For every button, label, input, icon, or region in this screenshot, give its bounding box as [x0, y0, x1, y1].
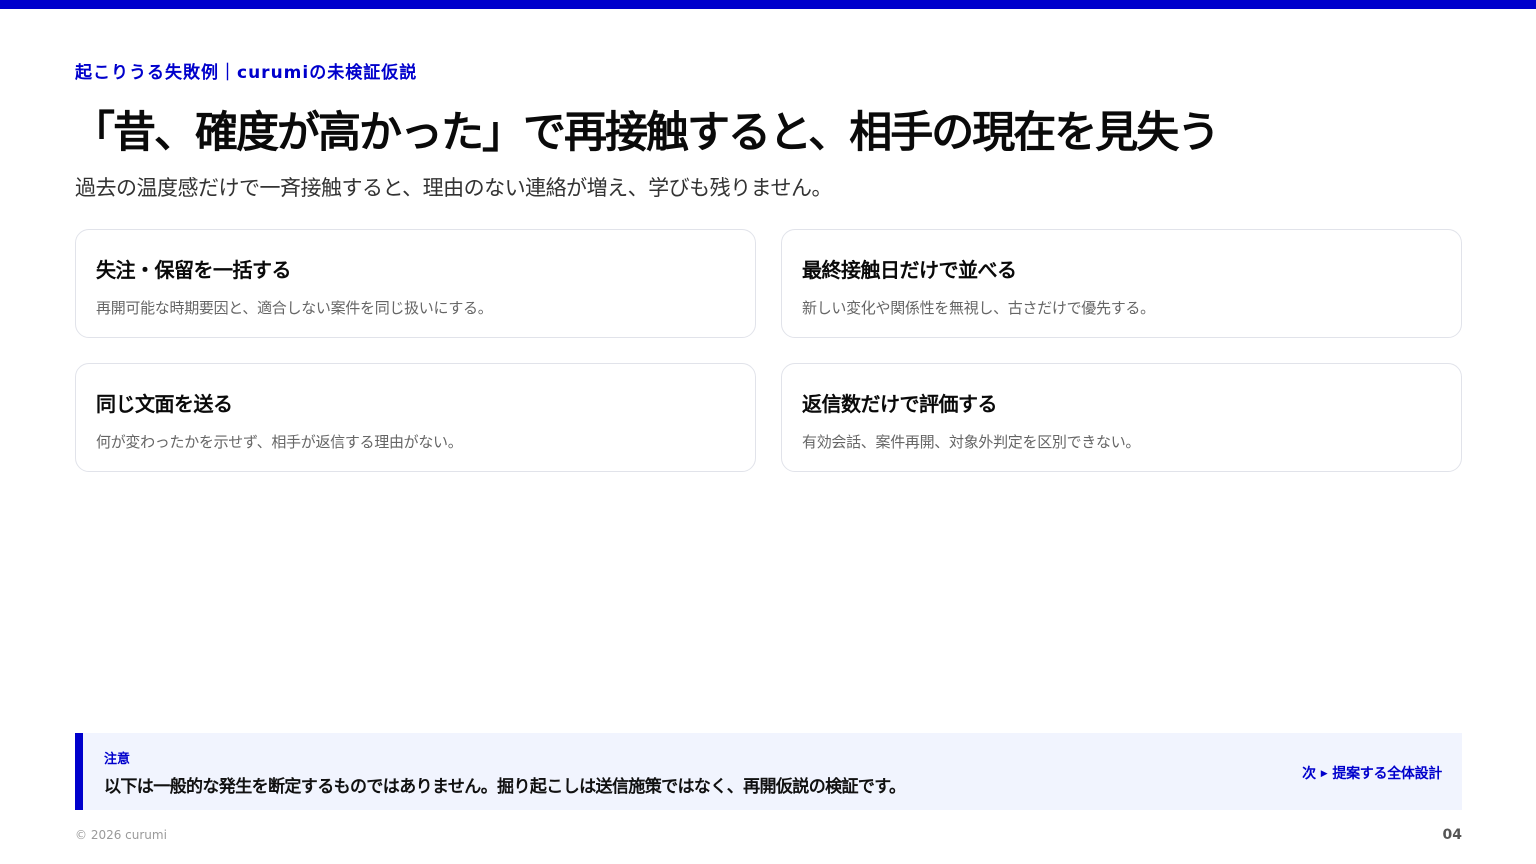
card-description: 有効会話、案件再開、対象外判定を区別できない。 [802, 433, 1141, 451]
failure-card: 失注・保留を一括する 再開可能な時期要因と、適合しない案件を同じ扱いにする。 [75, 229, 756, 338]
note-text: 以下は一般的な発生を断定するものではありません。掘り起こしは送信施策ではなく、再… [104, 777, 906, 797]
card-title: 同じ文面を送る [96, 392, 233, 416]
failure-cards-grid: 失注・保留を一括する 再開可能な時期要因と、適合しない案件を同じ扱いにする。 最… [75, 229, 1462, 472]
card-description: 再開可能な時期要因と、適合しない案件を同じ扱いにする。 [96, 299, 493, 317]
card-title: 最終接触日だけで並べる [802, 258, 1017, 282]
next-slide-link[interactable]: 次 ▶ 提案する全体設計 [1302, 763, 1442, 783]
arrow-right-icon: ▶ [1320, 769, 1328, 779]
card-description: 新しい変化や関係性を無視し、古さだけで優先する。 [802, 299, 1155, 317]
failure-card: 返信数だけで評価する 有効会話、案件再開、対象外判定を区別できない。 [781, 363, 1462, 472]
next-prefix: 次 [1302, 766, 1316, 782]
footer-copyright: © 2026 curumi [75, 828, 167, 842]
failure-card: 同じ文面を送る 何が変わったかを示せず、相手が返信する理由がない。 [75, 363, 756, 472]
page-number: 04 [1442, 827, 1462, 843]
next-label: 提案する全体設計 [1332, 766, 1442, 782]
caution-note: 注意 以下は一般的な発生を断定するものではありません。掘り起こしは送信施策ではな… [75, 733, 1462, 810]
note-label: 注意 [104, 752, 131, 767]
failure-card: 最終接触日だけで並べる 新しい変化や関係性を無視し、古さだけで優先する。 [781, 229, 1462, 338]
slide-subtitle: 過去の温度感だけで一斉接触すると、理由のない連絡が増え、学びも残りません。 [75, 176, 833, 200]
section-eyebrow: 起こりうる失敗例｜curumiの未検証仮説 [75, 63, 418, 83]
slide-title: 「昔、確度が高かった」で再接触すると、相手の現在を見失う [72, 108, 1220, 158]
card-title: 失注・保留を一括する [96, 258, 292, 282]
top-accent-bar [0, 0, 1536, 9]
card-description: 何が変わったかを示せず、相手が返信する理由がない。 [96, 433, 463, 451]
card-title: 返信数だけで評価する [802, 392, 998, 416]
